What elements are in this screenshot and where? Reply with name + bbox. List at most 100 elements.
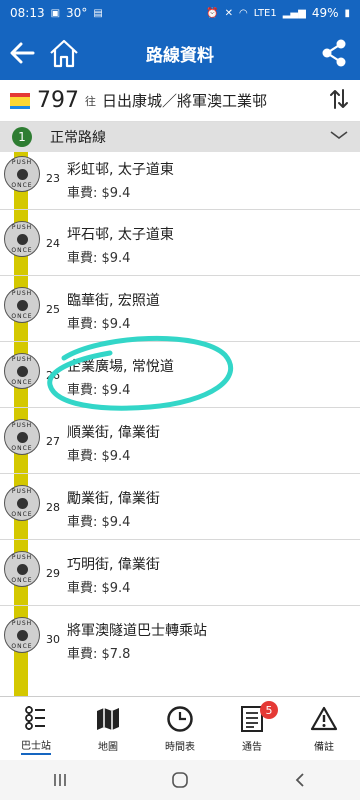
- once-label: ONCE: [11, 577, 33, 584]
- stop-fare: 車費: $9.4: [67, 383, 131, 398]
- push-once-button[interactable]: PUSH ONCE: [4, 617, 40, 653]
- notice-count-badge: 5: [260, 701, 278, 719]
- route-variant-selector[interactable]: 1 正常路線: [0, 122, 360, 152]
- push-label: PUSH: [11, 422, 33, 429]
- bottom-tab-bar: 巴士站 地圖 時間表 5 通告 備註: [0, 696, 360, 760]
- stop-row[interactable]: PUSH ONCE 24 坪石邨, 太子道東 車費: $9.4: [0, 209, 360, 274]
- stop-list[interactable]: PUSH ONCE 23 彩虹邨, 太子道東 車費: $9.4 PUSH ONCE 24 坪石邨…: [0, 152, 360, 696]
- push-once-button[interactable]: PUSH ONCE: [4, 221, 40, 257]
- stop-row[interactable]: PUSH ONCE 29 巧明街, 偉業街 車費: $9.4: [0, 539, 360, 604]
- chevron-left-icon: [295, 773, 304, 787]
- home-nav-button[interactable]: [150, 760, 210, 800]
- stop-name: 巧明街, 偉業街: [67, 557, 160, 573]
- push-label: PUSH: [11, 356, 33, 363]
- map-icon: [95, 704, 121, 734]
- variant-index-badge: 1: [12, 127, 32, 147]
- signal-icon: ▂▄▆: [282, 7, 306, 19]
- stop-sequence: 27: [46, 435, 60, 448]
- tab-label: 備註: [314, 742, 334, 753]
- push-once-button[interactable]: PUSH ONCE: [4, 156, 40, 192]
- tab-bus-stops[interactable]: 巴士站: [0, 697, 72, 760]
- back-arrow-icon: [10, 42, 35, 64]
- push-label: PUSH: [11, 224, 33, 231]
- status-right: ⏰ ✕ ◠ LTE1 ▂▄▆ 49% ▮: [206, 6, 350, 20]
- tab-remarks[interactable]: 備註: [288, 697, 360, 760]
- stop-dot-icon: [17, 300, 28, 311]
- stop-sequence: 30: [46, 633, 60, 646]
- swap-direction-icon: [330, 89, 348, 109]
- stop-fare: 車費: $9.4: [67, 317, 131, 332]
- gallery-icon: ▤: [93, 7, 103, 19]
- tab-label: 地圖: [98, 742, 118, 753]
- once-label: ONCE: [11, 511, 33, 518]
- push-label: PUSH: [11, 488, 33, 495]
- stop-name: 順業街, 偉業街: [67, 425, 160, 441]
- stop-dot-icon: [17, 564, 28, 575]
- status-bar: 08:13 ▣ 30° ▤ ⏰ ✕ ◠ LTE1 ▂▄▆ 49% ▮: [0, 0, 360, 26]
- push-once-button[interactable]: PUSH ONCE: [4, 485, 40, 521]
- recent-apps-icon: [54, 774, 66, 786]
- stop-dot-icon: [17, 432, 28, 443]
- alarm-icon: ⏰: [206, 7, 219, 19]
- share-button[interactable]: [308, 26, 360, 80]
- stop-row[interactable]: PUSH ONCE 28 勵業街, 偉業街 車費: $9.4: [0, 473, 360, 538]
- once-label: ONCE: [11, 247, 33, 254]
- app-bar: 路線資料: [0, 26, 360, 80]
- stop-fare: 車費: $9.4: [67, 251, 131, 266]
- stop-name: 臨華街, 宏照道: [67, 293, 160, 309]
- clock-icon: [166, 704, 194, 734]
- stop-sequence: 28: [46, 501, 60, 514]
- tab-timetable[interactable]: 時間表: [144, 697, 216, 760]
- status-temp: 30°: [66, 6, 88, 20]
- push-label: PUSH: [11, 554, 33, 561]
- stop-row[interactable]: PUSH ONCE 26 企業廣場, 常悅道 車費: $9.4: [0, 341, 360, 406]
- stop-fare: 車費: $9.4: [67, 515, 131, 530]
- stop-row[interactable]: PUSH ONCE 30 將軍澳隧道巴士轉乘站 車費: $7.8: [0, 605, 360, 670]
- stop-dot-icon: [17, 366, 28, 377]
- back-nav-button[interactable]: [270, 760, 330, 800]
- stop-dot-icon: [17, 630, 28, 641]
- once-label: ONCE: [11, 643, 33, 650]
- battery-percent: 49%: [311, 6, 339, 20]
- push-once-button[interactable]: PUSH ONCE: [4, 419, 40, 455]
- push-once-button[interactable]: PUSH ONCE: [4, 353, 40, 389]
- stop-sequence: 29: [46, 567, 60, 580]
- notification-icon: ▣: [50, 7, 61, 19]
- once-label: ONCE: [11, 313, 33, 320]
- share-icon: [322, 39, 346, 67]
- route-number: 797: [37, 88, 79, 113]
- stop-fare: 車費: $9.4: [67, 186, 131, 201]
- stop-row[interactable]: PUSH ONCE 25 臨華街, 宏照道 車費: $9.4: [0, 275, 360, 340]
- home-circle-icon: [172, 772, 188, 788]
- tab-label: 巴士站: [21, 737, 51, 755]
- push-label: PUSH: [11, 159, 33, 166]
- stop-row[interactable]: PUSH ONCE 27 順業街, 偉業街 車費: $9.4: [0, 407, 360, 472]
- stop-name: 彩虹邨, 太子道東: [67, 162, 174, 178]
- tab-notices[interactable]: 5 通告: [216, 697, 288, 760]
- stop-fare: 車費: $7.8: [67, 647, 131, 662]
- variant-label: 正常路線: [50, 130, 106, 146]
- battery-icon: ▮: [344, 7, 350, 19]
- stop-fare: 車費: $9.4: [67, 581, 131, 596]
- recent-apps-button[interactable]: [30, 760, 90, 800]
- lte-label: LTE1: [253, 7, 277, 19]
- system-nav-bar: [0, 760, 360, 800]
- warning-icon: [310, 704, 338, 734]
- stop-sequence: 23: [46, 172, 60, 185]
- stop-sequence: 24: [46, 237, 60, 250]
- route-destination: 日出康城／將軍澳工業邨: [102, 92, 268, 110]
- mute-icon: ✕: [224, 7, 234, 19]
- once-label: ONCE: [11, 379, 33, 386]
- stop-dot-icon: [17, 498, 28, 509]
- once-label: ONCE: [11, 445, 33, 452]
- back-button[interactable]: [0, 26, 44, 80]
- swap-direction-button[interactable]: [328, 88, 350, 115]
- push-once-button[interactable]: PUSH ONCE: [4, 551, 40, 587]
- tab-map[interactable]: 地圖: [72, 697, 144, 760]
- home-button[interactable]: [44, 26, 84, 80]
- stop-name: 企業廣場, 常悅道: [67, 359, 174, 375]
- stop-row[interactable]: PUSH ONCE 23 彩虹邨, 太子道東 車費: $9.4: [0, 152, 360, 209]
- push-once-button[interactable]: PUSH ONCE: [4, 287, 40, 323]
- stop-dot-icon: [17, 234, 28, 245]
- stop-dot-icon: [17, 169, 28, 180]
